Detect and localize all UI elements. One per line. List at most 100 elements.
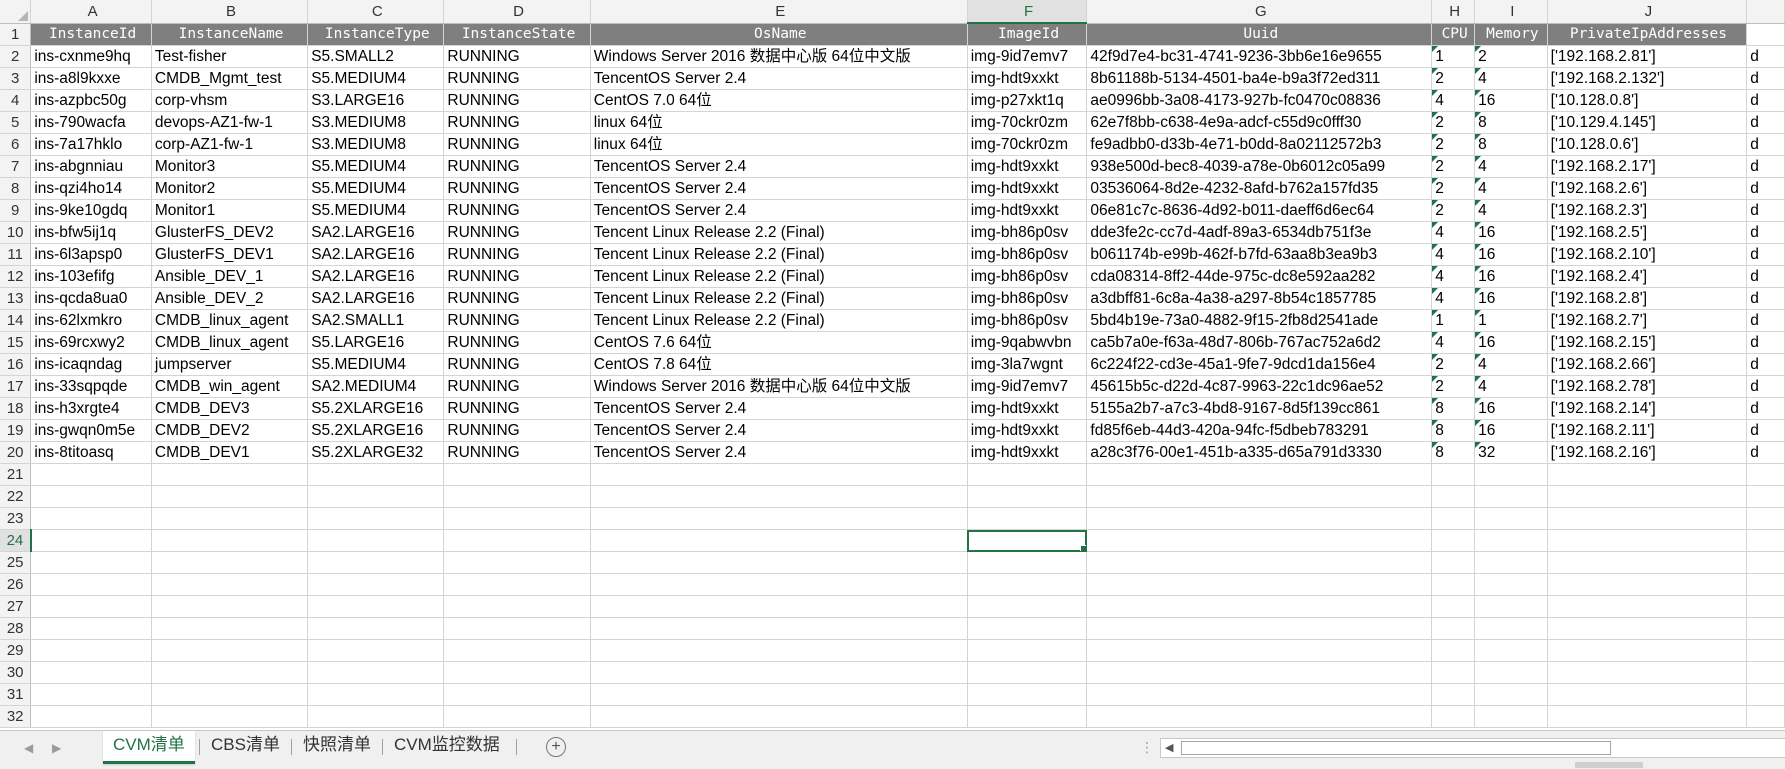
table-cell[interactable]: d (1746, 177, 1785, 200)
table-cell[interactable]: 4 (1474, 67, 1548, 90)
table-cell[interactable]: S5.2XLARGE16 (307, 419, 445, 442)
table-cell[interactable]: ['192.168.2.11'] (1547, 419, 1748, 442)
table-cell[interactable]: 2 (1431, 177, 1476, 200)
table-cell[interactable]: 4 (1474, 155, 1548, 178)
table-cell[interactable] (967, 551, 1088, 574)
table-cell[interactable] (443, 573, 591, 596)
table-cell[interactable]: d (1746, 155, 1785, 178)
table-cell[interactable]: S3.MEDIUM8 (307, 111, 445, 134)
table-cell[interactable]: RUNNING (443, 111, 591, 134)
table-cell[interactable] (1746, 595, 1785, 618)
table-cell[interactable] (1431, 705, 1476, 728)
table-cell[interactable]: linux 64位 (590, 111, 968, 134)
table-cell[interactable]: img-bh86p0sv (967, 243, 1088, 266)
table-cell[interactable] (967, 617, 1088, 640)
table-cell[interactable]: img-hdt9xxkt (967, 441, 1088, 464)
table-cell[interactable] (1086, 485, 1433, 508)
table-cell[interactable] (590, 617, 968, 640)
table-cell[interactable] (1431, 551, 1476, 574)
table-cell[interactable] (30, 529, 152, 552)
table-cell[interactable] (1547, 683, 1748, 706)
table-cell[interactable] (590, 683, 968, 706)
table-cell[interactable] (590, 507, 968, 530)
table-cell[interactable] (1086, 683, 1433, 706)
table-cell[interactable]: linux 64位 (590, 133, 968, 156)
triangle-left-icon[interactable]: ◀ (24, 741, 33, 755)
table-cell[interactable] (307, 705, 445, 728)
table-cell[interactable]: d (1746, 287, 1785, 310)
table-cell[interactable]: 4 (1431, 89, 1476, 112)
column-header[interactable]: I (1474, 0, 1548, 24)
table-cell[interactable]: ins-icaqndag (30, 353, 152, 376)
table-cell[interactable] (151, 683, 309, 706)
row-header[interactable]: 28 (0, 617, 32, 640)
table-cell[interactable] (1547, 595, 1748, 618)
table-cell[interactable]: d (1746, 243, 1785, 266)
table-cell[interactable] (967, 639, 1088, 662)
table-cell[interactable]: ins-8titoasq (30, 441, 152, 464)
table-cell[interactable] (307, 661, 445, 684)
table-cell[interactable]: d (1746, 419, 1785, 442)
table-cell[interactable] (30, 485, 152, 508)
table-cell[interactable]: 2 (1474, 45, 1548, 68)
table-cell[interactable]: CMDB_win_agent (151, 375, 309, 398)
table-cell[interactable]: 8 (1431, 397, 1476, 420)
table-cell[interactable] (307, 507, 445, 530)
table-cell[interactable]: CentOS 7.6 64位 (590, 331, 968, 354)
row-header[interactable]: 8 (0, 177, 32, 200)
table-cell[interactable]: 62e7f8bb-c638-4e9a-adcf-c55d9c0fff30 (1086, 111, 1433, 134)
scroll-left-icon[interactable]: ◀ (1165, 741, 1173, 754)
header-cell[interactable]: CPU (1431, 23, 1476, 46)
table-cell[interactable]: ins-abgnniau (30, 155, 152, 178)
table-cell[interactable]: Tencent Linux Release 2.2 (Final) (590, 265, 968, 288)
table-cell[interactable]: RUNNING (443, 221, 591, 244)
table-cell[interactable] (307, 529, 445, 552)
table-cell[interactable]: ins-6l3apsp0 (30, 243, 152, 266)
table-cell[interactable]: ins-7a17hklo (30, 133, 152, 156)
table-cell[interactable] (590, 573, 968, 596)
column-header[interactable]: B (151, 0, 309, 24)
table-cell[interactable]: RUNNING (443, 353, 591, 376)
row-header[interactable]: 7 (0, 155, 32, 178)
table-cell[interactable]: ['192.168.2.10'] (1547, 243, 1748, 266)
table-cell[interactable]: 16 (1474, 331, 1548, 354)
table-cell[interactable]: ['192.168.2.7'] (1547, 309, 1748, 332)
table-cell[interactable] (967, 683, 1088, 706)
table-cell[interactable]: CMDB_Mgmt_test (151, 67, 309, 90)
table-cell[interactable] (443, 639, 591, 662)
table-cell[interactable]: ['192.168.2.81'] (1547, 45, 1748, 68)
table-cell[interactable] (443, 485, 591, 508)
table-cell[interactable]: TencentOS Server 2.4 (590, 199, 968, 222)
table-cell[interactable] (30, 595, 152, 618)
table-cell[interactable] (1086, 639, 1433, 662)
table-cell[interactable] (30, 507, 152, 530)
worksheet-table[interactable]: ABCDEFGHIJ 1 InstanceId InstanceName Instan… (0, 0, 1785, 728)
table-cell[interactable]: CentOS 7.8 64位 (590, 353, 968, 376)
row-header[interactable]: 2 (0, 45, 32, 68)
table-cell[interactable]: ['10.128.0.8'] (1547, 89, 1748, 112)
row-header[interactable]: 10 (0, 221, 32, 244)
table-cell[interactable]: RUNNING (443, 243, 591, 266)
table-cell[interactable]: img-70ckr0zm (967, 111, 1088, 134)
table-cell[interactable] (307, 485, 445, 508)
table-cell[interactable]: ['192.168.2.66'] (1547, 353, 1748, 376)
table-cell[interactable] (1547, 705, 1748, 728)
table-cell[interactable] (30, 573, 152, 596)
table-cell[interactable]: CentOS 7.0 64位 (590, 89, 968, 112)
table-cell[interactable]: 45615b5c-d22d-4c87-9963-22c1dc96ae52 (1086, 375, 1433, 398)
table-cell[interactable]: Windows Server 2016 数据中心版 64位中文版 (590, 45, 968, 68)
table-cell[interactable] (1746, 507, 1785, 530)
table-cell[interactable]: RUNNING (443, 177, 591, 200)
table-cell[interactable]: RUNNING (443, 265, 591, 288)
table-cell[interactable]: 4 (1431, 287, 1476, 310)
table-cell[interactable] (443, 705, 591, 728)
table-cell[interactable] (1547, 639, 1748, 662)
table-cell[interactable]: img-3la7wgnt (967, 353, 1088, 376)
table-cell[interactable]: ['192.168.2.8'] (1547, 287, 1748, 310)
table-cell[interactable] (1086, 661, 1433, 684)
table-cell[interactable] (1086, 595, 1433, 618)
table-cell[interactable]: d (1746, 45, 1785, 68)
table-cell[interactable]: 32 (1474, 441, 1548, 464)
table-cell[interactable] (1547, 485, 1748, 508)
tab-cbs-list[interactable]: CBS清单 (201, 731, 290, 761)
